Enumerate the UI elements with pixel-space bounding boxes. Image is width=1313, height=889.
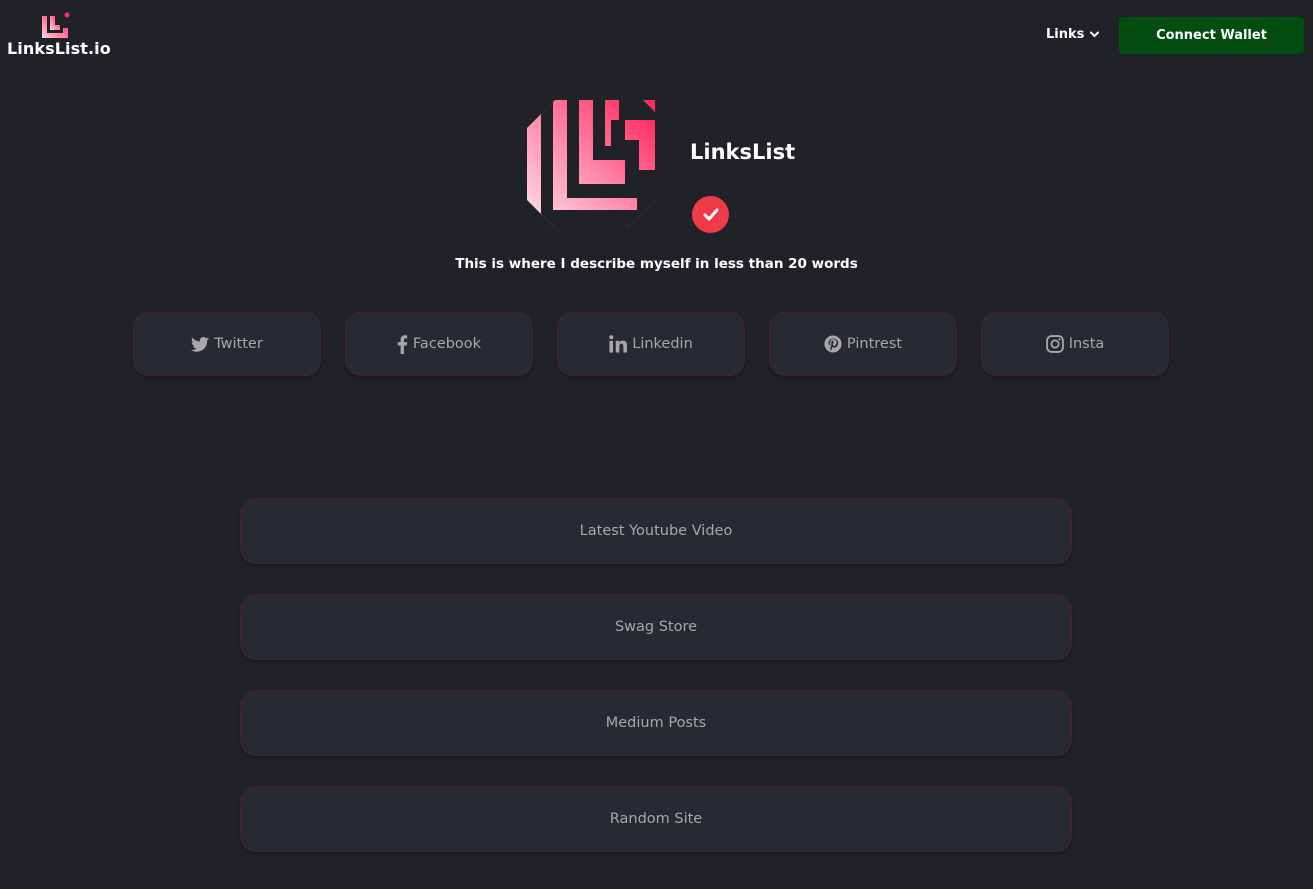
link-list: Latest Youtube Video Swag Store Medium P…	[240, 498, 1072, 882]
site-logo[interactable]: LinksList.io	[7, 12, 111, 60]
twitter-icon	[191, 336, 210, 352]
instagram-label: Insta	[1068, 336, 1105, 352]
chevron-down-icon	[1090, 31, 1100, 38]
profile-avatar	[527, 100, 655, 228]
link-swag-store[interactable]: Swag Store	[240, 594, 1072, 660]
verified-badge	[692, 196, 729, 233]
linkedin-button[interactable]: Linkedin	[557, 312, 745, 376]
nav-links-dropdown[interactable]: Links	[1046, 27, 1100, 42]
facebook-label: Facebook	[412, 336, 482, 352]
nav-links-label: Links	[1046, 27, 1085, 42]
link-label: Swag Store	[614, 619, 698, 635]
link-label: Medium Posts	[605, 715, 707, 731]
pinterest-label: Pintrest	[846, 336, 903, 352]
twitter-button[interactable]: Twitter	[133, 312, 321, 376]
pinterest-icon	[824, 335, 842, 353]
linkslist-logo-icon	[42, 12, 70, 38]
twitter-label: Twitter	[214, 336, 263, 352]
instagram-button[interactable]: Insta	[981, 312, 1169, 376]
facebook-icon	[397, 334, 408, 354]
social-links: Twitter Facebook Linkedin Pintrest Insta	[133, 312, 1169, 376]
logo-text: LinksList.io	[7, 39, 111, 58]
pinterest-button[interactable]: Pintrest	[769, 312, 957, 376]
link-label: Latest Youtube Video	[579, 523, 733, 539]
profile-name: LinksList	[690, 140, 796, 164]
linkedin-icon	[609, 335, 628, 353]
profile-bio: This is where I describe myself in less …	[455, 256, 858, 272]
checkmark-icon	[703, 208, 718, 221]
instagram-icon	[1045, 335, 1064, 353]
facebook-button[interactable]: Facebook	[345, 312, 533, 376]
link-label: Random Site	[609, 811, 703, 827]
link-medium-posts[interactable]: Medium Posts	[240, 690, 1072, 756]
linkedin-label: Linkedin	[632, 336, 693, 352]
link-latest-youtube-video[interactable]: Latest Youtube Video	[240, 498, 1072, 564]
connect-wallet-button[interactable]: Connect Wallet	[1119, 17, 1304, 54]
link-random-site[interactable]: Random Site	[240, 786, 1072, 852]
